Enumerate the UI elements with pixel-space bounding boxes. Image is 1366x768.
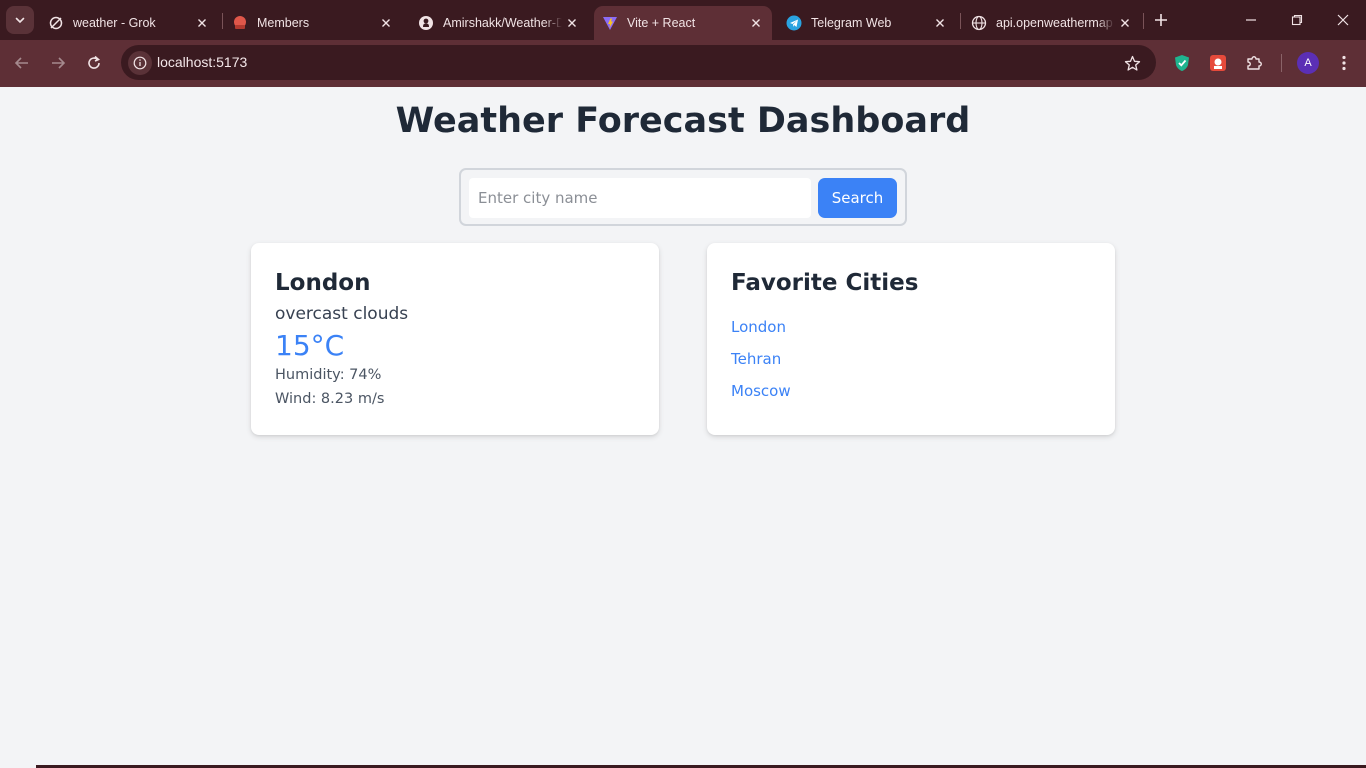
tab-title: Amirshakk/Weather-D: [443, 16, 562, 30]
bookmark-button[interactable]: [1122, 53, 1142, 73]
close-window-button[interactable]: [1320, 0, 1366, 40]
favorites-card: Favorite Cities London Tehran Moscow: [707, 243, 1115, 435]
tab-members[interactable]: Members: [224, 6, 402, 40]
tab-title: Vite + React: [627, 16, 696, 30]
search-form: Search: [459, 168, 907, 226]
tab-strip: weather - Grok Members Amirshakk/Weather…: [0, 0, 1366, 40]
close-icon: [1337, 14, 1349, 26]
weather-city-name: London: [275, 270, 371, 296]
tab-search-button[interactable]: [6, 6, 34, 34]
restore-button[interactable]: [1274, 0, 1320, 40]
city-search-input[interactable]: [469, 178, 811, 218]
tab-title: api.openweathermap: [996, 16, 1113, 30]
new-tab-button[interactable]: [1150, 9, 1172, 31]
arrow-left-icon: [14, 57, 28, 69]
restore-icon: [1291, 14, 1303, 26]
page-title: Weather Forecast Dashboard: [395, 101, 971, 141]
arrow-right-icon: [52, 57, 66, 69]
more-vertical-icon: [1342, 55, 1346, 71]
close-icon[interactable]: [562, 13, 582, 33]
members-icon: [232, 15, 248, 31]
favorites-list: London Tehran Moscow: [731, 318, 791, 414]
reload-icon: [88, 55, 100, 69]
tab-openweathermap[interactable]: api.openweathermap: [963, 6, 1141, 40]
favorite-city-london[interactable]: London: [731, 318, 791, 350]
globe-icon: [971, 15, 987, 31]
reload-button[interactable]: [79, 48, 109, 78]
favorite-city-tehran[interactable]: Tehran: [731, 350, 791, 382]
github-icon: [418, 15, 434, 31]
weather-wind: Wind: 8.23 m/s: [275, 391, 385, 407]
tab-divider: [1143, 13, 1144, 29]
tab-title: Telegram Web: [811, 16, 892, 30]
extensions-button[interactable]: [1243, 52, 1265, 74]
tab-title: Members: [257, 16, 310, 30]
extension-red[interactable]: [1207, 52, 1229, 74]
extension-red-icon: [1210, 55, 1226, 71]
plus-icon: [1155, 14, 1167, 26]
weather-description: overcast clouds: [275, 304, 409, 324]
weather-card: London overcast clouds 15°C Humidity: 74…: [251, 243, 659, 435]
browser-menu-button[interactable]: [1333, 52, 1355, 74]
forward-button[interactable]: [43, 48, 73, 78]
tab-github-repo[interactable]: Amirshakk/Weather-D: [410, 6, 588, 40]
tab-divider: [222, 13, 223, 29]
favorites-title: Favorite Cities: [731, 270, 919, 296]
puzzle-icon: [1247, 56, 1262, 70]
address-bar[interactable]: localhost:5173: [121, 45, 1156, 80]
close-icon[interactable]: [930, 13, 950, 33]
close-icon[interactable]: [376, 13, 396, 33]
page-content: Weather Forecast Dashboard Search London…: [0, 87, 1366, 768]
tab-vite-react[interactable]: Vite + React: [594, 6, 772, 40]
favorite-city-moscow[interactable]: Moscow: [731, 382, 791, 414]
minimize-button[interactable]: [1228, 0, 1274, 40]
star-icon: [1124, 55, 1140, 71]
info-icon: [133, 56, 147, 70]
tab-divider: [960, 13, 961, 29]
profile-avatar[interactable]: A: [1297, 52, 1319, 74]
weather-humidity: Humidity: 74%: [275, 367, 382, 383]
vite-icon: [602, 15, 618, 31]
shield-icon: [1175, 55, 1189, 71]
chevron-down-icon: [15, 17, 25, 24]
grok-icon: [48, 15, 64, 31]
close-icon[interactable]: [192, 13, 212, 33]
url-text[interactable]: localhost:5173: [157, 54, 247, 70]
tab-telegram[interactable]: Telegram Web: [778, 6, 956, 40]
close-icon[interactable]: [1115, 13, 1135, 33]
browser-toolbar: localhost:5173: [0, 40, 1366, 87]
minimize-icon: [1246, 19, 1256, 21]
close-icon[interactable]: [746, 13, 766, 33]
site-info-button[interactable]: [128, 51, 152, 75]
tab-title: weather - Grok: [73, 16, 156, 30]
extension-shield[interactable]: [1171, 52, 1193, 74]
weather-temperature: 15°C: [275, 329, 345, 362]
telegram-icon: [786, 15, 802, 31]
search-button[interactable]: Search: [818, 178, 897, 218]
back-button[interactable]: [7, 48, 37, 78]
toolbar-divider: [1281, 54, 1282, 72]
tab-weather-grok[interactable]: weather - Grok: [40, 6, 218, 40]
